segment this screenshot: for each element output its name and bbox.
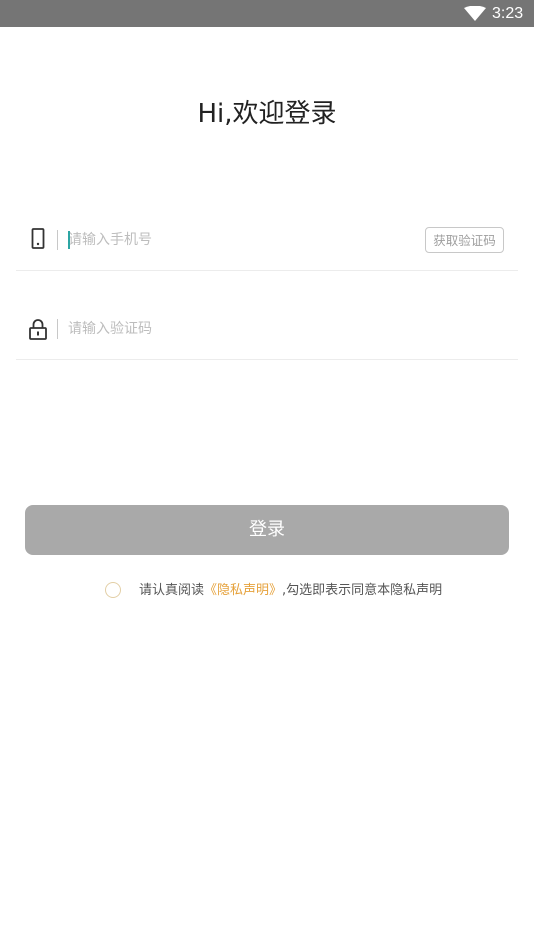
get-code-button[interactable]: 获取验证码 — [425, 227, 504, 253]
agreement-suffix: ,勾选即表示同意本隐私声明 — [282, 583, 443, 598]
phone-input[interactable] — [68, 228, 408, 252]
code-field-row — [16, 300, 518, 360]
wifi-icon — [464, 6, 486, 21]
login-button[interactable]: 登录 — [25, 505, 509, 555]
agreement-prefix: 请认真阅读 — [139, 583, 205, 598]
agreement-text: 请认真阅读《隐私声明》,勾选即表示同意本隐私声明 — [139, 581, 442, 601]
lock-icon — [29, 319, 47, 340]
status-time: 3:23 — [492, 5, 524, 22]
code-input[interactable] — [68, 317, 408, 341]
field-divider — [57, 230, 58, 250]
status-bar: 3:23 — [0, 0, 534, 27]
phone-icon — [31, 228, 45, 249]
privacy-policy-link[interactable]: 《隐私声明》 — [204, 583, 282, 598]
agree-checkbox[interactable] — [105, 582, 121, 598]
text-caret — [68, 231, 70, 249]
field-divider — [57, 319, 58, 339]
page-title: Hi,欢迎登录 — [197, 99, 337, 129]
phone-field-underline — [16, 270, 518, 271]
code-field-underline — [16, 359, 518, 360]
phone-field-row: 获取验证码 — [16, 211, 518, 271]
